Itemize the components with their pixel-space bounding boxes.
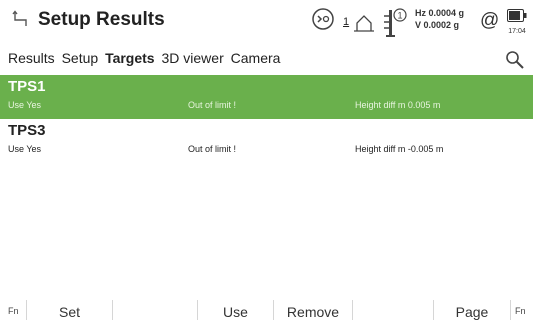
- remove-button[interactable]: Remove: [274, 300, 352, 320]
- face-label: 1: [343, 16, 350, 28]
- face-indicator[interactable]: 1: [343, 6, 377, 40]
- target-use: Use Yes: [8, 100, 42, 110]
- at-icon[interactable]: @: [480, 10, 499, 32]
- search-icon[interactable]: [505, 50, 525, 70]
- battery-icon: [507, 9, 527, 22]
- fn-right-button[interactable]: Fn: [515, 306, 526, 316]
- list-item[interactable]: TPS1 Use Yes Out of limit ! Height diff …: [0, 75, 533, 119]
- fn-left-button[interactable]: Fn: [8, 306, 19, 316]
- back-icon[interactable]: [12, 10, 30, 28]
- target-height-diff: Height diff m -0.005 m: [355, 144, 444, 154]
- target-out-of-limit: Out of limit !: [188, 100, 237, 110]
- tab-camera[interactable]: Camera: [231, 50, 281, 66]
- tab-setup[interactable]: Setup: [62, 50, 99, 66]
- target-out-of-limit: Out of limit !: [188, 144, 237, 154]
- target-name: TPS1: [8, 78, 46, 95]
- battery-indicator: 17:04: [506, 8, 528, 38]
- sensor-icon[interactable]: [310, 6, 336, 40]
- targets-list: TPS1 Use Yes Out of limit ! Height diff …: [0, 75, 533, 163]
- empty-softkey[interactable]: [113, 300, 197, 320]
- tab-bar: Results Setup Targets 3D viewer Camera: [8, 50, 283, 66]
- set-button[interactable]: Set: [27, 300, 112, 320]
- target-name: TPS3: [8, 122, 46, 139]
- tab-targets[interactable]: Targets: [105, 50, 155, 66]
- tab-3d-viewer[interactable]: 3D viewer: [162, 50, 224, 66]
- tab-results[interactable]: Results: [8, 50, 55, 66]
- v-readout: V 0.0002 g: [415, 20, 460, 30]
- target-use: Use Yes: [8, 144, 42, 154]
- angle-readout: Hz 0.0004 g V 0.0002 g: [415, 7, 464, 31]
- title-bar: Setup Results 1 1 Hz 0.0004 g V 0.0002 g…: [0, 0, 533, 46]
- target-height-diff: Height diff m 0.005 m: [355, 100, 441, 110]
- instrument-face-icon: [354, 15, 374, 32]
- softkey-divider: [510, 300, 511, 320]
- use-button[interactable]: Use: [198, 300, 273, 320]
- softkey-bar: Fn Set Use Remove Page Fn: [0, 300, 533, 320]
- list-item[interactable]: TPS3 Use Yes Out of limit ! Height diff …: [0, 119, 533, 163]
- empty-softkey[interactable]: [353, 300, 433, 320]
- page-button[interactable]: Page: [434, 300, 510, 320]
- clock-time: 17:04: [508, 28, 526, 35]
- hz-readout: Hz 0.0004 g: [415, 8, 465, 18]
- page-title: Setup Results: [38, 9, 165, 30]
- target-prism-icon[interactable]: 1: [382, 6, 410, 40]
- svg-text:1: 1: [398, 11, 403, 21]
